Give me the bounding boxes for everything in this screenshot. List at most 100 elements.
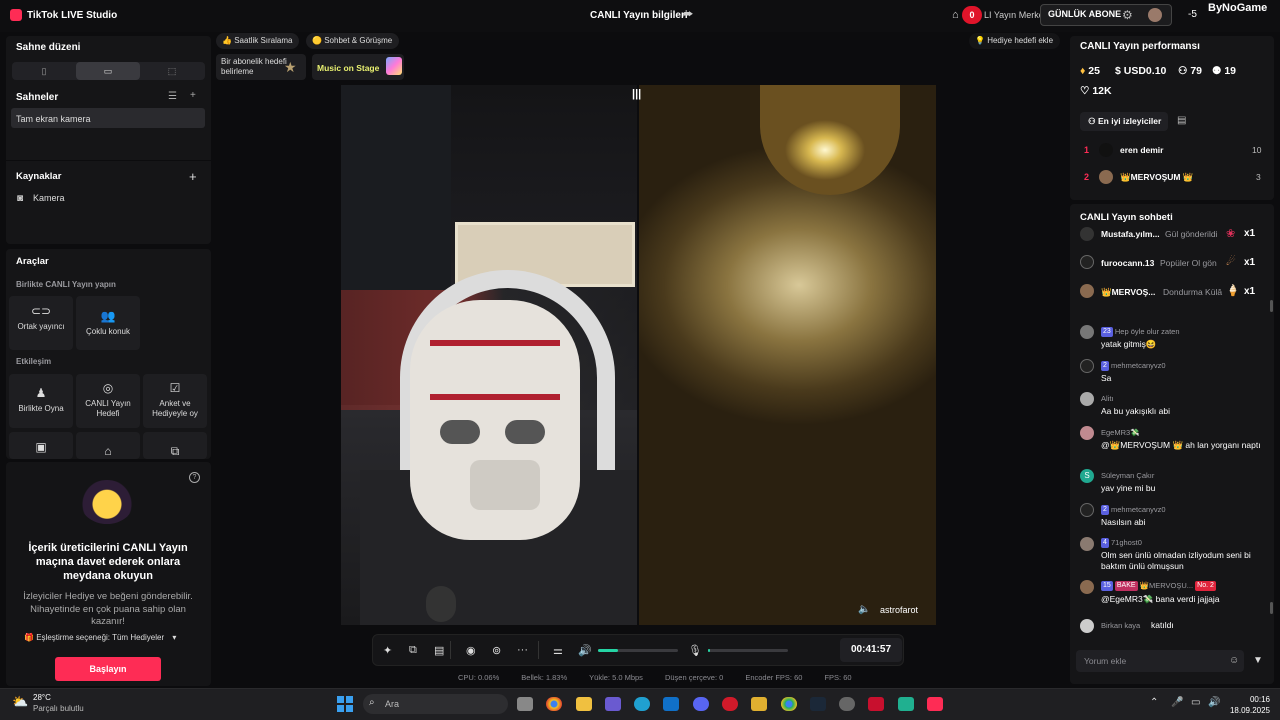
- sources-title: Kaynaklar: [16, 171, 62, 182]
- file-explorer-icon[interactable]: [576, 697, 592, 711]
- lightbulb-icon: 💡: [975, 36, 985, 45]
- multi-guest-label: Çoklu konuk: [85, 327, 131, 336]
- steam-icon[interactable]: [810, 697, 826, 711]
- outlook-icon[interactable]: [663, 697, 679, 711]
- chat-scrollbar[interactable]: [1270, 602, 1273, 614]
- youtube-icon[interactable]: [868, 697, 884, 711]
- top-viewers-tab[interactable]: ⚇ En iyi izleyiciler: [1080, 112, 1168, 131]
- share-icon[interactable]: ⮫: [683, 9, 693, 22]
- match-option-select[interactable]: 🎁 Eşleştirme seçeneği: Tüm Hediyeler ▾: [24, 633, 176, 642]
- add-gift-goal-chip[interactable]: 💡 Hediye hedefi ekle: [969, 33, 1061, 49]
- chrome-alt-icon[interactable]: [781, 697, 797, 711]
- chrome-icon[interactable]: [546, 697, 562, 711]
- emoji-icon[interactable]: ☺: [1229, 655, 1239, 666]
- free-layout-button[interactable]: ⬚: [140, 62, 204, 80]
- sliders-icon[interactable]: ⚌: [553, 644, 563, 657]
- avatar: [1080, 580, 1094, 594]
- app-icon[interactable]: [839, 697, 855, 711]
- gear-icon[interactable]: ⚙: [1122, 8, 1133, 22]
- subscriber-count: -5: [1188, 9, 1197, 20]
- top-viewer-name[interactable]: 👑MERVOŞUM 👑: [1120, 172, 1193, 183]
- teams-icon[interactable]: [605, 697, 621, 711]
- target-icon: ◎: [102, 381, 114, 395]
- live-goal-label: CANLI Yayın Hedefi: [85, 399, 131, 418]
- gift-sender-name[interactable]: Mustafa.yılm...: [1101, 229, 1160, 239]
- landscape-layout-button[interactable]: ▭: [76, 62, 140, 80]
- list-icon[interactable]: ☰: [168, 91, 177, 102]
- chat-username[interactable]: EgeMR3💸: [1101, 428, 1140, 437]
- chat-username[interactable]: mehmetcanyvz0: [1111, 361, 1166, 370]
- chat-username[interactable]: Süleyman Çakır: [1101, 471, 1154, 480]
- top-viewer-name[interactable]: eren demir: [1120, 145, 1163, 155]
- live-center-link[interactable]: LI Yayın Merkez: [984, 10, 1048, 20]
- search-label: Ara: [385, 699, 400, 709]
- top-viewer-score: 3: [1256, 172, 1261, 182]
- edge-icon[interactable]: [634, 697, 650, 711]
- brand-watermark: ByNoGame: [1208, 2, 1268, 14]
- chat-user-line: 23 Hep öyle olur zaten: [1101, 327, 1180, 338]
- whatsapp-icon[interactable]: [898, 697, 914, 711]
- split-divider-icon[interactable]: |||: [632, 88, 641, 100]
- chat-username[interactable]: mehmetcanyvz0: [1111, 505, 1166, 514]
- live-info-button[interactable]: CANLI Yayın bilgileri: [590, 10, 688, 21]
- record-icon[interactable]: ◉: [466, 644, 476, 657]
- opera-icon[interactable]: [722, 697, 738, 711]
- chat-username[interactable]: 71ghost0: [1111, 538, 1142, 547]
- gift-sender-name[interactable]: furoocann.13: [1101, 258, 1154, 268]
- volume-tray-icon[interactable]: 🔊: [1208, 697, 1220, 708]
- avatar: [1080, 537, 1094, 551]
- start-icon[interactable]: [337, 696, 353, 712]
- replay-icon[interactable]: ⊚: [492, 644, 501, 657]
- chat-message: Nasılsın abi: [1101, 517, 1146, 527]
- chat-username[interactable]: Alitı: [1101, 394, 1114, 403]
- list-icon[interactable]: ▤: [1177, 115, 1186, 126]
- chat-call-chip[interactable]: 🟡 Sohbet & Görüşme: [306, 33, 400, 49]
- task-view-icon[interactable]: [517, 697, 533, 711]
- monitor-icon[interactable]: ▭: [1191, 697, 1200, 708]
- app-title: TikTok LIVE Studio: [27, 10, 118, 21]
- source-item-camera[interactable]: Kamera: [33, 193, 65, 203]
- gift-list-scrollbar[interactable]: [1270, 300, 1273, 312]
- chat-user-line: 4 71ghost0: [1101, 538, 1142, 549]
- weather-icon[interactable]: ⛅: [12, 694, 28, 710]
- chat-username[interactable]: Birkan kaya: [1101, 621, 1140, 630]
- system-clock[interactable]: 00:16 18.09.2025: [1222, 694, 1270, 716]
- filter-icon[interactable]: ▼: [1253, 655, 1263, 666]
- hourly-ranking-chip[interactable]: 👍 Saatlik Sıralama: [216, 33, 300, 49]
- multi-guest-tool[interactable]: [76, 296, 140, 350]
- chat-emoji-icon: 🟡: [312, 36, 322, 45]
- add-scene-icon[interactable]: +: [190, 90, 196, 101]
- guest-volume-icon[interactable]: 🔈: [858, 604, 870, 615]
- folder-icon[interactable]: [751, 697, 767, 711]
- screen-icon[interactable]: ▤: [434, 644, 444, 657]
- speaker-icon[interactable]: 🔊: [578, 644, 592, 657]
- microphone-icon[interactable]: 🎙: [688, 644, 702, 657]
- performance-stats: CPU: 0.06% Bellek: 1.83% Yükle: 5.0 Mbps Dü…: [458, 673, 874, 682]
- invite-description: İzleyiciler Hediye ve beğeni gönderebili…: [23, 591, 193, 627]
- comment-input[interactable]: Yorum ekle: [1076, 650, 1244, 672]
- joystick-icon: ♟: [35, 386, 47, 400]
- help-icon[interactable]: ?: [189, 472, 200, 483]
- add-source-icon[interactable]: +: [189, 169, 197, 184]
- start-match-button[interactable]: Başlayın: [55, 657, 161, 681]
- avatar: [1080, 284, 1094, 298]
- add-media-icon[interactable]: ⧉: [409, 644, 417, 657]
- chevron-up-icon[interactable]: ⌃: [1150, 697, 1158, 708]
- gift-count: x1: [1244, 257, 1256, 268]
- mic-tray-icon[interactable]: 🎤: [1171, 697, 1183, 708]
- home-icon[interactable]: ⌂: [952, 9, 959, 21]
- box-icon: ▣: [35, 440, 47, 454]
- magic-wand-icon[interactable]: ✦: [383, 644, 392, 657]
- taskbar-search[interactable]: Ara: [363, 694, 508, 714]
- gift-sender-name[interactable]: 👑MERVOŞ...: [1101, 287, 1155, 298]
- more-icon[interactable]: ···: [517, 644, 528, 656]
- chat-username[interactable]: 👑MERVOŞU...: [1140, 581, 1193, 590]
- portrait-layout-button[interactable]: ▯: [12, 62, 76, 80]
- scenes-title: Sahneler: [16, 92, 59, 103]
- chat-username[interactable]: Hep öyle olur zaten: [1115, 327, 1180, 336]
- play-together-tool[interactable]: [9, 374, 73, 428]
- mic-level-slider[interactable]: [708, 649, 788, 652]
- discord-icon[interactable]: [693, 697, 709, 711]
- tiktok-studio-icon[interactable]: [927, 697, 943, 711]
- avatar: [1080, 325, 1094, 339]
